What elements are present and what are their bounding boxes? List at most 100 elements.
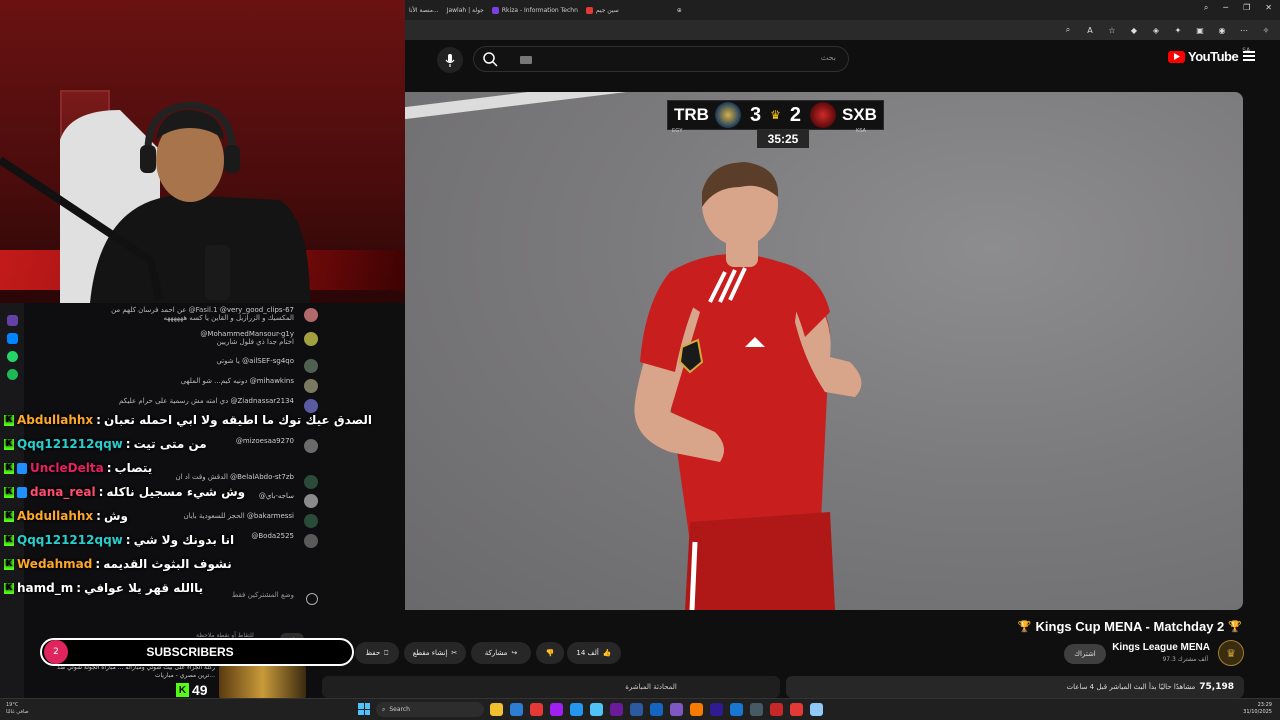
avatar [304,308,318,322]
kick-icon: K [4,534,14,546]
home-country: EGY [672,128,683,134]
taskbar-app-icon[interactable] [490,703,503,716]
taskbar-app-icon[interactable] [690,703,703,716]
windows-taskbar: 19°C صافي غالبًا ⌕ Search 23:29 31/10/2025 [0,698,1280,720]
taskbar-app-icon[interactable] [650,703,663,716]
subscriber-count: 2 [44,640,68,664]
taskbar-app-icon[interactable] [610,703,623,716]
more-icon[interactable]: ⋯ [1238,26,1250,35]
chat-message: يا شوتي @ailSEF-sg4qo [24,357,318,379]
start-menu-icon[interactable] [358,703,370,715]
extension-icon[interactable]: ✦ [1172,26,1184,35]
like-button[interactable]: 14 ألف 👍 [567,642,621,664]
voice-search-button[interactable] [437,47,463,73]
weather-widget[interactable]: 19°C صافي غالبًا [6,702,29,716]
taskbar-app-icon[interactable] [730,703,743,716]
browser-tab[interactable]: منصة الأنا... [405,3,443,17]
taskbar-app-icon[interactable] [570,703,583,716]
away-team: SXB KSA [841,105,877,134]
trophy-icon: 🏆 [1017,621,1032,633]
taskbar-app-icon[interactable] [670,703,683,716]
chat-message: عن احمد فرسان كلهم من @Fasil.1 @very_goo… [24,306,318,328]
favorite-icon[interactable]: ☆ [1106,26,1118,35]
minimize-icon[interactable]: ─ [1223,3,1228,13]
taskbar-app-icon[interactable] [630,703,643,716]
avatar [304,332,318,346]
video-player[interactable]: TRB EGY 3 ♛ 2 SXB KSA 35:25 [405,92,1243,610]
kick-viewer-count: K 49 [176,682,208,698]
kick-chat-message: K UncleDelta: يتصاب [4,461,153,475]
subscribe-button[interactable]: اشتراك [1064,644,1106,664]
kick-icon: K [4,414,14,426]
close-icon[interactable]: ✕ [1265,3,1272,13]
browser-tab[interactable]: Jawlah | جولة [443,3,488,17]
channel-avatar[interactable]: ♛ [1218,640,1244,666]
subscribers-label: SUBSCRIBERS [146,645,234,659]
video-description[interactable]: مشاهدًا حاليًا بدأ البث المباشر قبل 4 سا… [786,676,1244,698]
hamburger-menu-icon[interactable] [1243,51,1255,61]
channel-name[interactable]: Kings League MENA [1112,642,1210,653]
related-video-thumbnail[interactable] [219,666,306,698]
whatsapp-icon[interactable] [6,351,18,362]
streamer-figure [0,101,310,303]
browser-tab-bar: منصة الأنا... Jawlah | جولة Rkiza - Info… [405,0,1280,20]
video-title: 🏆 Kings Cup MENA - Matchday 2 🏆 [1017,619,1242,634]
clip-button[interactable]: إنشاء مقطع ✂ [404,642,466,664]
taskbar-app-icon[interactable] [530,703,543,716]
copilot-icon[interactable]: ✧ [1260,26,1272,35]
youtube-logo[interactable]: YouTube SA [1168,47,1250,64]
crown-icon: ♛ [770,108,781,122]
taskbar-app-icon[interactable] [550,703,563,716]
taskbar-app-icon[interactable] [590,703,603,716]
taskbar-app-icon[interactable] [770,703,783,716]
info-icon[interactable] [306,593,318,605]
window-controls: ⌕ ─ ❐ ✕ [1204,3,1272,13]
keyboard-icon[interactable] [520,56,532,64]
kick-icon: K [4,438,14,450]
maximize-icon[interactable]: ❐ [1243,3,1250,13]
collections-icon[interactable]: ▣ [1194,26,1206,35]
thumbs-down-icon: 👎 [545,649,555,657]
kick-chat-message: K Abdullahhx: وش [4,509,129,523]
dislike-button[interactable]: 👎 [536,642,564,664]
twitch-icon[interactable] [6,315,18,326]
browser-tab[interactable]: سين جيم [582,3,623,17]
show-live-chat-button[interactable]: المحادثة المباشرة [322,676,780,698]
subscribers-goal-bar: 2 SUBSCRIBERS [40,638,354,666]
match-clock: 35:25 [757,130,809,148]
taskbar-app-icon[interactable] [790,703,803,716]
plus-icon: ⊕ [676,6,682,14]
home-team-crest-icon [714,102,741,128]
taskbar-app-icon[interactable] [710,703,723,716]
read-aloud-icon[interactable]: A [1084,26,1096,35]
search-icon[interactable] [482,51,498,67]
new-tab-button[interactable]: ⊕ [673,3,686,17]
zoom-icon[interactable]: ⌕ [1062,25,1074,35]
youtube-play-icon [1168,50,1185,63]
avatar [304,379,318,393]
messenger-icon[interactable] [6,333,18,344]
streamer-webcam [0,0,405,303]
share-button[interactable]: مشاركة ↪ [471,642,531,664]
system-clock[interactable]: 23:29 31/10/2025 [1243,702,1272,716]
extension-icon[interactable]: ◆ [1128,26,1140,35]
kick-icon: K [4,486,14,498]
kick-chat-message: K Qqq121212qqw: من متى تيت [4,437,207,451]
extension-icon[interactable]: ◈ [1150,26,1162,35]
browser-tab[interactable]: Rkiza - Information Techn [488,3,582,17]
spotify-icon[interactable] [6,369,18,380]
chat-message: @MohammedMansour-g1y اختام جدا ذي فلول شا… [24,330,318,352]
profile-icon[interactable]: ◉ [1216,26,1228,35]
taskbar-app-icon[interactable] [510,703,523,716]
save-button[interactable]: حفظ ⎕ [355,642,399,664]
search-box[interactable]: بحث [473,46,849,72]
search-tabs-icon[interactable]: ⌕ [1204,3,1208,13]
kick-chat-message: Kdana_real: وش شيء مسجيل ناكله [4,485,246,499]
taskbar-app-icon[interactable] [810,703,823,716]
taskbar-search[interactable]: ⌕ Search [376,702,484,717]
taskbar-app-icon[interactable] [750,703,763,716]
trophy-icon: 🏆 [1228,621,1242,633]
browser-toolbar: ⌕ A ☆ ◆ ◈ ✦ ▣ ◉ ⋯ ✧ [405,20,1280,40]
search-input[interactable]: بحث [821,53,836,62]
football-player-figure [634,162,862,610]
